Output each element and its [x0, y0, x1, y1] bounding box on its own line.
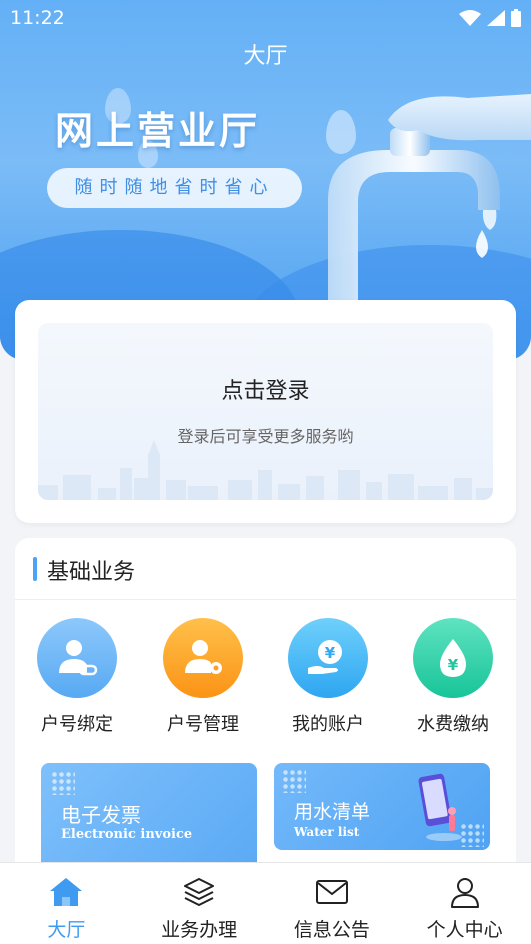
wifi-icon	[459, 10, 481, 26]
svg-text:¥: ¥	[448, 656, 459, 674]
yuan-hand-icon: ¥	[288, 618, 368, 698]
screen: 11:22 大厅 网上营业厅 随时随地省时省心 点击登录 登录后可享受更多服务哟…	[0, 0, 531, 944]
promo-title: 用水清单	[294, 801, 371, 823]
login-title: 点击登录	[221, 379, 310, 404]
user-link-icon	[37, 618, 117, 698]
status-bar: 11:22	[0, 0, 531, 36]
service-label: 户号管理	[167, 714, 239, 735]
nav-label: 大厅	[47, 919, 86, 941]
section-header: 基础业务	[15, 538, 516, 600]
home-icon	[47, 873, 85, 911]
promo-title: 电子发票	[61, 803, 141, 827]
dots-decoration	[282, 769, 306, 793]
section-title: 基础业务	[47, 560, 136, 585]
nav-label: 业务办理	[161, 919, 238, 941]
person-icon	[446, 873, 484, 911]
promo-water-list[interactable]: 用水清单 Water list	[274, 763, 490, 850]
status-icons	[459, 9, 521, 27]
layers-icon	[180, 873, 218, 911]
page-title: 大厅	[243, 44, 288, 69]
signal-icon	[487, 10, 505, 26]
mail-icon	[313, 873, 351, 911]
login-button[interactable]: 点击登录 登录后可享受更多服务哟	[38, 323, 493, 500]
nav-label: 个人中心	[426, 919, 503, 941]
dots-decoration	[51, 771, 75, 795]
nav-item-hall[interactable]: 大厅	[0, 863, 133, 944]
service-label: 我的账户	[292, 714, 364, 735]
status-time: 11:22	[10, 7, 65, 29]
user-settings-icon	[163, 618, 243, 698]
login-subtitle: 登录后可享受更多服务哟	[177, 427, 354, 446]
battery-icon	[511, 9, 521, 27]
service-label: 户号绑定	[41, 714, 113, 735]
promo-electronic-invoice[interactable]: 电子发票 Electronic invoice	[41, 763, 257, 878]
service-pay-water-bill[interactable]: ¥ 水费缴纳	[393, 618, 513, 736]
promo-subtitle: Water list	[294, 825, 360, 839]
hero-slogan: 随时随地省时省心	[47, 168, 302, 208]
service-my-account[interactable]: ¥ 我的账户	[268, 618, 388, 736]
basic-services-card: 基础业务 户号绑定 户号管理 ¥ 我的账户 ¥ 水费缴纳 电子发票 Electr…	[15, 538, 516, 878]
promo-subtitle: Electronic invoice	[61, 827, 193, 842]
bottom-nav: 大厅 业务办理 信息公告 个人中心	[0, 862, 531, 944]
yuan-drop-icon: ¥	[413, 618, 493, 698]
service-account-management[interactable]: 户号管理	[143, 618, 263, 736]
city-skyline-decoration	[38, 440, 493, 500]
svg-text:¥: ¥	[325, 644, 336, 662]
nav-item-announcements[interactable]: 信息公告	[266, 863, 399, 944]
login-card: 点击登录 登录后可享受更多服务哟	[15, 300, 516, 523]
nav-item-profile[interactable]: 个人中心	[398, 863, 531, 944]
service-label: 水费缴纳	[417, 714, 489, 735]
nav-label: 信息公告	[293, 919, 370, 941]
section-accent-bar	[33, 557, 37, 581]
service-account-binding[interactable]: 户号绑定	[17, 618, 137, 736]
faucet-illustration	[328, 94, 531, 305]
hero-title: 网上营业厅	[55, 109, 261, 153]
phone-list-illustration	[418, 773, 462, 841]
nav-item-business[interactable]: 业务办理	[133, 863, 266, 944]
